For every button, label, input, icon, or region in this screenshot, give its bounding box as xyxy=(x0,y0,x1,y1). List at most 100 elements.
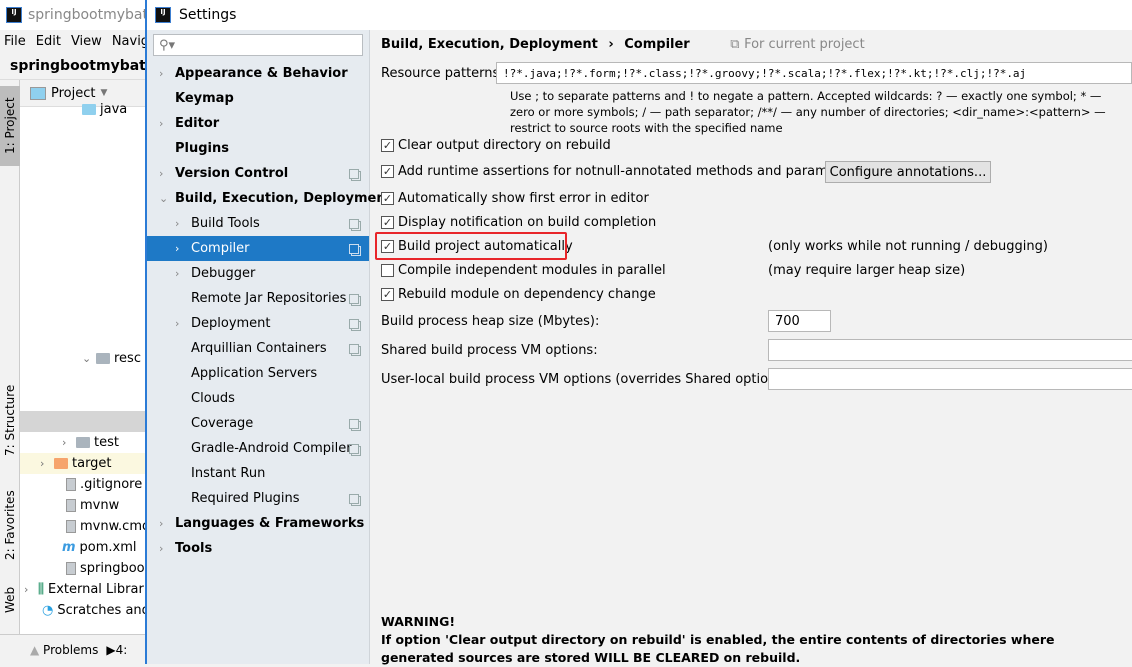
settings-nav-keymap[interactable]: Keymap xyxy=(147,86,369,111)
nav-label: Languages & Frameworks xyxy=(175,516,365,531)
option-rebuild-module-on-dependency-change[interactable]: ✓ Rebuild module on dependency change xyxy=(381,287,656,302)
settings-nav-gradle-android-compiler[interactable]: Gradle-Android Compiler xyxy=(147,436,369,461)
tree-item[interactable]: ⌄ resc xyxy=(82,348,141,369)
bottom-tool-bar: ▲ Problems ▶4: xyxy=(0,634,146,664)
tree-item-label: resc xyxy=(114,351,141,366)
heap-size-input[interactable]: 700 xyxy=(768,310,831,332)
folder-icon xyxy=(76,437,90,448)
chevron-right-icon[interactable]: › xyxy=(159,117,169,130)
checkbox[interactable]: ✓ xyxy=(381,139,394,152)
menu-view[interactable]: View xyxy=(71,34,102,49)
checkbox[interactable]: ✓ xyxy=(381,216,394,229)
tree-item[interactable]: mvnw.cmd xyxy=(66,516,150,537)
chevron-down-icon[interactable]: ⌄ xyxy=(159,192,169,205)
tree-item[interactable]: m pom.xml xyxy=(62,537,137,558)
checkbox[interactable]: ✓ xyxy=(381,288,394,301)
menu-edit[interactable]: Edit xyxy=(36,34,61,49)
configure-annotations-button[interactable]: Configure annotations... xyxy=(825,161,991,183)
settings-nav-instant-run[interactable]: Instant Run xyxy=(147,461,369,486)
nav-label: Editor xyxy=(175,116,220,131)
project-tool-window: Project ▼ java ⌄ resc › test › target .giti… xyxy=(20,80,150,634)
settings-nav-appearance-behavior[interactable]: › Appearance & Behavior xyxy=(147,61,369,86)
tree-item[interactable]: › ⫼ External Librar xyxy=(24,579,144,600)
tool-tab-favorites[interactable]: 2: Favorites xyxy=(0,480,20,570)
option-clear-output-directory-on-rebuild[interactable]: ✓ Clear output directory on rebuild xyxy=(381,138,611,153)
resource-patterns-help: Use ; to separate patterns and ! to nega… xyxy=(510,89,1106,135)
run-tab[interactable]: ▶4: xyxy=(106,643,127,657)
resource-patterns-input[interactable]: !?*.java;!?*.form;!?*.class;!?*.groovy;!… xyxy=(496,62,1132,84)
warning-text: If option 'Clear output directory on reb… xyxy=(381,632,1055,665)
tree-item[interactable]: springboot xyxy=(66,558,150,579)
chevron-right-icon[interactable]: › xyxy=(175,317,185,330)
settings-nav-remote-jar-repositories[interactable]: Remote Jar Repositories xyxy=(147,286,369,311)
nav-label: Clouds xyxy=(191,391,235,406)
nav-label: Appearance & Behavior xyxy=(175,66,348,81)
settings-nav-application-servers[interactable]: Application Servers xyxy=(147,361,369,386)
checkbox[interactable] xyxy=(381,264,394,277)
settings-search-input[interactable]: ⚲▾ xyxy=(153,34,363,56)
option-display-notification-on-build-completion[interactable]: ✓ Display notification on build completio… xyxy=(381,215,656,230)
settings-nav-build-tools[interactable]: › Build Tools xyxy=(147,211,369,236)
chevron-right-icon[interactable]: › xyxy=(175,267,185,280)
option-label: Rebuild module on dependency change xyxy=(398,287,656,302)
heap-size-label: Build process heap size (Mbytes): xyxy=(381,314,600,329)
dialog-title-bar: IJ Settings xyxy=(147,0,1132,30)
tool-tab-web[interactable]: Web xyxy=(0,580,20,620)
tree-item[interactable]: .gitignore xyxy=(66,474,142,495)
dialog-title: Settings xyxy=(179,7,237,23)
tree-item[interactable]: ◔ Scratches and xyxy=(42,600,150,621)
settings-nav-compiler[interactable]: › Compiler xyxy=(147,236,369,261)
chevron-right-icon[interactable]: › xyxy=(175,242,185,255)
chevron-right-icon[interactable]: › xyxy=(159,167,169,180)
tool-tab-project[interactable]: 1: Project xyxy=(0,86,20,166)
settings-nav-arquillian-containers[interactable]: Arquillian Containers xyxy=(147,336,369,361)
file-icon xyxy=(66,499,76,512)
checkbox[interactable]: ✓ xyxy=(381,165,394,178)
nav-label: Build, Execution, Deployment xyxy=(175,191,392,206)
menu-navigate[interactable]: Navig xyxy=(112,34,149,49)
ide-window: IJ springbootmybatis [ File Edit View Na… xyxy=(0,0,150,664)
tree-item[interactable]: mvnw xyxy=(66,495,119,516)
shared-vm-options-input[interactable] xyxy=(768,339,1132,361)
option-add-runtime-assertions-for-notnull-annotated-methods-and-parameters[interactable]: ✓ Add runtime assertions for notnull-anno… xyxy=(381,164,861,179)
menu-file[interactable]: File xyxy=(4,34,26,49)
highlight-box xyxy=(375,232,567,260)
settings-nav-editor[interactable]: › Editor xyxy=(147,111,369,136)
nav-project-name[interactable]: springbootmybatis xyxy=(10,58,146,74)
chevron-right-icon[interactable]: › xyxy=(159,67,169,80)
user-vm-options-input[interactable] xyxy=(768,368,1132,390)
file-icon xyxy=(66,562,76,575)
tool-tab-structure[interactable]: 7: Structure xyxy=(0,380,20,460)
chevron-right-icon[interactable]: › xyxy=(175,217,185,230)
tree-item[interactable]: › target xyxy=(20,453,146,474)
compiler-settings-panel: Build, Execution, Deployment › Compiler … xyxy=(370,30,1132,665)
tree-item[interactable]: java xyxy=(82,99,127,120)
tree-item-selected[interactable] xyxy=(20,411,146,432)
chevron-right-icon: › xyxy=(40,457,45,470)
settings-nav-coverage[interactable]: Coverage xyxy=(147,411,369,436)
nav-label: Deployment xyxy=(191,316,271,331)
option-compile-independent-modules-in-parallel[interactable]: Compile independent modules in parallel xyxy=(381,263,666,278)
settings-nav-clouds[interactable]: Clouds xyxy=(147,386,369,411)
chevron-right-icon[interactable]: › xyxy=(159,517,169,530)
settings-nav-required-plugins[interactable]: Required Plugins xyxy=(147,486,369,511)
settings-nav-deployment[interactable]: › Deployment xyxy=(147,311,369,336)
settings-nav-languages-frameworks[interactable]: › Languages & Frameworks xyxy=(147,511,369,536)
problems-tab[interactable]: ▲ Problems xyxy=(30,643,98,657)
chevron-right-icon[interactable]: › xyxy=(159,542,169,555)
settings-nav-plugins[interactable]: Plugins xyxy=(147,136,369,161)
tree-item[interactable]: › test xyxy=(62,432,119,453)
settings-dialog: IJ Settings ⚲▾ › Appearance & Behavior Key… xyxy=(145,0,1132,665)
checkbox[interactable]: ✓ xyxy=(381,192,394,205)
excluded-folder-icon xyxy=(54,458,68,469)
tree-item-label: Scratches and xyxy=(57,603,150,618)
settings-nav-version-control[interactable]: › Version Control xyxy=(147,161,369,186)
settings-nav-build-execution-deployment[interactable]: ⌄ Build, Execution, Deployment xyxy=(147,186,392,211)
nav-label: Plugins xyxy=(175,141,229,156)
option-automatically-show-first-error-in-editor[interactable]: ✓ Automatically show first error in edito… xyxy=(381,191,649,206)
option-label: Automatically show first error in editor xyxy=(398,191,649,206)
nav-label: Coverage xyxy=(191,416,254,431)
settings-nav-tools[interactable]: › Tools xyxy=(147,536,369,561)
settings-nav-debugger[interactable]: › Debugger xyxy=(147,261,369,286)
project-level-icon xyxy=(349,443,359,454)
